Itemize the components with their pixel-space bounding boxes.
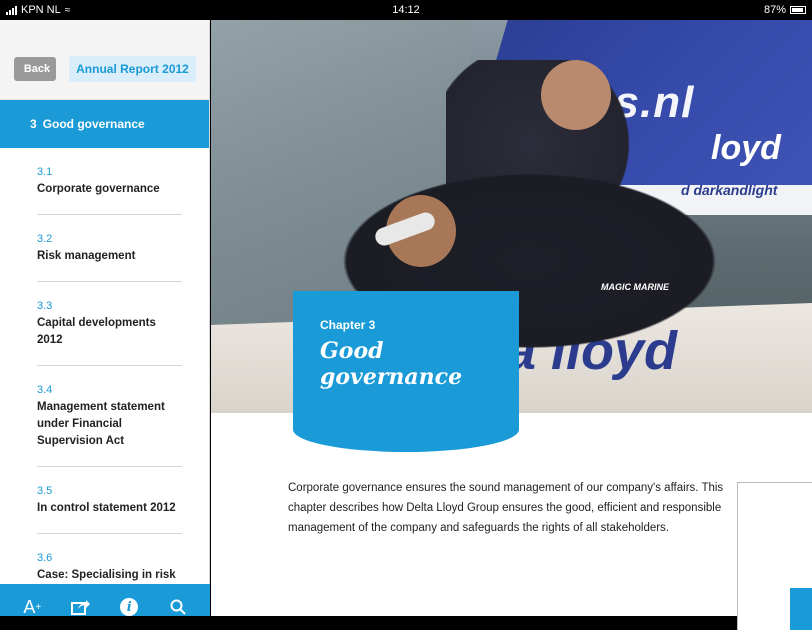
- toc-number: 3.3: [37, 300, 53, 312]
- next-page-accent: [790, 588, 812, 630]
- chapter-number: 3: [30, 117, 37, 131]
- next-page-preview[interactable]: [737, 482, 812, 630]
- annual-report-button[interactable]: Annual Report 2012: [69, 56, 196, 82]
- toc-item-3-4[interactable]: 3.4 Management statement under Financial…: [37, 366, 182, 467]
- share-icon[interactable]: [66, 599, 96, 615]
- status-right: 87%: [764, 4, 806, 16]
- toc-title: Capital developments 2012: [37, 317, 156, 346]
- toc-title: Case: Specialising in risk: [37, 569, 176, 581]
- toc-title: Management statement under Financial Sup…: [37, 401, 165, 447]
- toc-item-3-3[interactable]: 3.3 Capital developments 2012: [37, 282, 182, 366]
- info-icon[interactable]: i: [114, 598, 144, 616]
- battery-icon: [790, 6, 806, 14]
- back-button[interactable]: Back: [14, 57, 56, 81]
- intro-paragraph: Corporate governance ensures the sound m…: [288, 482, 724, 534]
- toc-item-3-1[interactable]: 3.1 Corporate governance: [37, 148, 182, 215]
- toc-number: 3.2: [37, 233, 53, 245]
- status-bar: KPN NL ≈ 14:12 87%: [0, 0, 812, 20]
- main-content: Le press.nl loyd d darkandlight lta lloy…: [211, 20, 812, 616]
- toc-number: 3.4: [37, 384, 53, 396]
- chapter-card: Chapter 3 Good governance: [293, 291, 519, 452]
- toc-title: In control statement 2012: [37, 502, 176, 514]
- photo-face-back: [541, 60, 611, 130]
- toc-item-3-2[interactable]: 3.2 Risk management: [37, 215, 182, 282]
- toc-title: Risk management: [37, 250, 136, 262]
- font-size-icon[interactable]: A +: [17, 597, 47, 618]
- toc-number: 3.6: [37, 552, 53, 564]
- battery-percent: 87%: [763, 4, 786, 16]
- chapter-label: Chapter 3: [320, 318, 376, 332]
- search-icon[interactable]: [163, 599, 193, 615]
- current-chapter-item[interactable]: 3 Good governance: [0, 100, 209, 148]
- toc-item-3-5[interactable]: 3.5 In control statement 2012: [37, 467, 182, 534]
- font-size-plus: +: [35, 601, 42, 613]
- sidebar-header: Back Annual Report 2012: [0, 20, 209, 100]
- toc-title: Corporate governance: [37, 183, 160, 195]
- chapter-heading: Good governance: [320, 338, 463, 390]
- chapter-title: Good governance: [42, 117, 145, 131]
- status-time: 14:12: [392, 4, 420, 16]
- font-size-label: A: [23, 596, 36, 617]
- sidebar: Back Annual Report 2012 3 Good governanc…: [0, 20, 210, 630]
- brand-logo: MAGIC MARINE: [601, 282, 669, 292]
- bottom-bar: [0, 616, 812, 630]
- toc-number: 3.1: [37, 166, 53, 178]
- toc-number: 3.5: [37, 485, 53, 497]
- toc-list: 3.1 Corporate governance 3.2 Risk manage…: [0, 148, 209, 601]
